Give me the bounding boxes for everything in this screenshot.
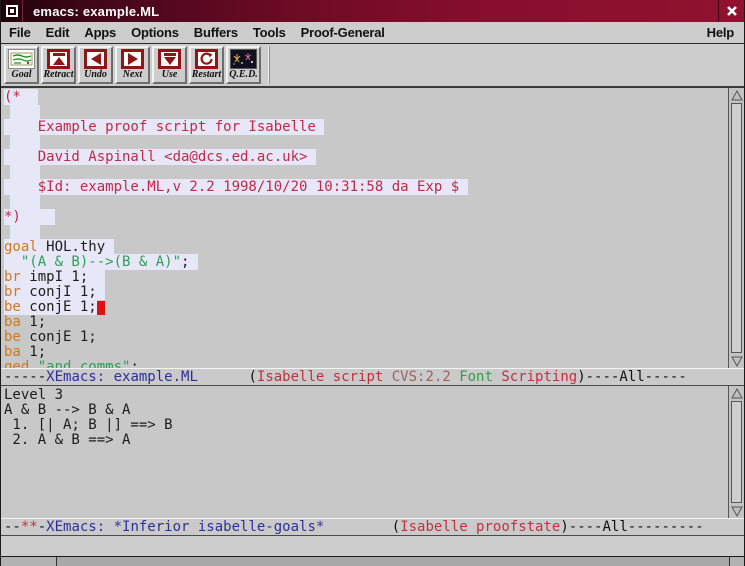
menu-item-file[interactable]: File	[9, 25, 31, 40]
toolbar-button-label: Use	[162, 69, 178, 81]
toolbar-button-next[interactable]: Next	[115, 46, 150, 84]
menu-bar: File Edit Apps Options Buffers Tools Proof-Gen…	[1, 22, 744, 44]
buffer-line: ba 1;	[4, 345, 728, 360]
xemacs-window: emacs: example.ML File Edit Apps Options Buf…	[0, 0, 745, 566]
goal-scroll-icon	[8, 49, 35, 69]
minibuffer[interactable]	[1, 536, 744, 556]
scroll-up-arrow-icon[interactable]	[729, 88, 744, 102]
scroll-up-arrow-icon[interactable]	[729, 386, 744, 400]
toolbar-button-undo[interactable]: Undo	[78, 46, 113, 84]
toolbar-divider	[268, 46, 270, 84]
bottom-bar-track	[57, 557, 729, 566]
script-buffer[interactable]: (* Example proof script for Isabelle Dav…	[1, 88, 728, 368]
next-right-triangle-icon	[121, 49, 144, 69]
toolbar-button-label: Retract	[44, 69, 74, 81]
scroll-down-arrow-icon[interactable]	[729, 504, 744, 518]
processed-region-stub	[10, 105, 40, 119]
toolbar-button-label: Restart	[192, 69, 221, 81]
buffer-line: 1. [| A; B |] ==> B	[4, 418, 728, 433]
script-scrollbar[interactable]	[728, 88, 744, 368]
script-modeline: -----XEmacs: example.ML (Isabelle script…	[1, 368, 744, 386]
processed-region-stub	[10, 225, 40, 239]
undo-left-triangle-icon	[84, 49, 107, 69]
goals-buffer[interactable]: Level 3A & B --> B & A 1. [| A; B |] ==>…	[1, 386, 728, 518]
processed-region-stub	[10, 195, 40, 209]
processed-region-stub	[10, 135, 40, 149]
restart-cycle-icon	[195, 49, 218, 69]
buffer-line: qed "and_comms";	[4, 360, 728, 368]
scrollbar-thumb[interactable]	[731, 401, 742, 503]
menu-item-help[interactable]: Help	[707, 25, 734, 40]
menu-item-buffers[interactable]: Buffers	[194, 25, 238, 40]
buffer-line: goal HOL.thy	[4, 240, 728, 255]
toolbar: Goal Retract Undo Next Use	[1, 44, 744, 88]
bottom-bar	[1, 556, 744, 566]
qed-fireworks-icon	[230, 49, 257, 69]
menu-item-tools[interactable]: Tools	[253, 25, 286, 40]
text-cursor	[97, 301, 105, 315]
window-menu-icon	[6, 5, 18, 17]
toolbar-button-label: Undo	[84, 69, 107, 81]
buffer-line	[4, 105, 728, 120]
scrollbar-trough[interactable]	[731, 102, 742, 354]
buffer-line: David Aspinall <da@dcs.ed.ac.uk>	[4, 150, 728, 165]
scrollbar-trough[interactable]	[731, 400, 742, 504]
buffer-line: A & B --> B & A	[4, 403, 728, 418]
buffer-line: Example proof script for Isabelle	[4, 120, 728, 135]
bottom-bar-right-box	[729, 557, 744, 566]
buffer-line: "(A & B)-->(B & A)";	[4, 255, 728, 270]
use-to-bottom-icon	[158, 49, 181, 69]
buffer-line: 2. A & B ==> A	[4, 433, 728, 448]
buffer-line: (*	[4, 90, 728, 105]
menu-item-apps[interactable]: Apps	[84, 25, 116, 40]
buffer-line: *)	[4, 210, 728, 225]
scroll-down-arrow-icon[interactable]	[729, 354, 744, 368]
toolbar-button-label: Q.E.D.	[229, 69, 258, 81]
toolbar-button-label: Goal	[12, 69, 32, 81]
buffer-line	[4, 195, 728, 210]
toolbar-button-retract[interactable]: Retract	[41, 46, 76, 84]
buffer-line: be conjE 1;	[4, 300, 728, 315]
menu-item-proof-general[interactable]: Proof-General	[301, 25, 385, 40]
toolbar-button-goal[interactable]: Goal	[4, 46, 39, 84]
buffer-line	[4, 225, 728, 240]
buffer-line	[4, 135, 728, 150]
window-menu-button[interactable]	[1, 0, 23, 22]
title-bar: emacs: example.ML	[1, 0, 744, 22]
window-title: emacs: example.ML	[23, 4, 159, 19]
scrollbar-thumb[interactable]	[731, 103, 742, 353]
toolbar-button-label: Next	[123, 69, 142, 81]
close-button[interactable]	[718, 0, 744, 22]
toolbar-button-use[interactable]: Use	[152, 46, 187, 84]
menu-item-options[interactable]: Options	[131, 25, 179, 40]
retract-to-top-icon	[47, 49, 70, 69]
processed-region-stub	[10, 165, 40, 179]
goals-scrollbar[interactable]	[728, 386, 744, 518]
buffer-line: Level 3	[4, 388, 728, 403]
buffer-line	[4, 165, 728, 180]
buffer-line: $Id: example.ML,v 2.2 1998/10/20 10:31:5…	[4, 180, 728, 195]
toolbar-button-restart[interactable]: Restart	[189, 46, 224, 84]
goals-modeline: --**-XEmacs: *Inferior isabelle-goals* (…	[1, 518, 744, 536]
buffer-line: be conjE 1;	[4, 330, 728, 345]
bottom-bar-left-box	[1, 557, 57, 566]
menu-item-edit[interactable]: Edit	[46, 25, 70, 40]
buffer-line: br impI 1;	[4, 270, 728, 285]
close-icon	[726, 5, 738, 17]
buffer-line: br conjI 1;	[4, 285, 728, 300]
buffer-line: ba 1;	[4, 315, 728, 330]
toolbar-button-qed[interactable]: Q.E.D.	[226, 46, 261, 84]
